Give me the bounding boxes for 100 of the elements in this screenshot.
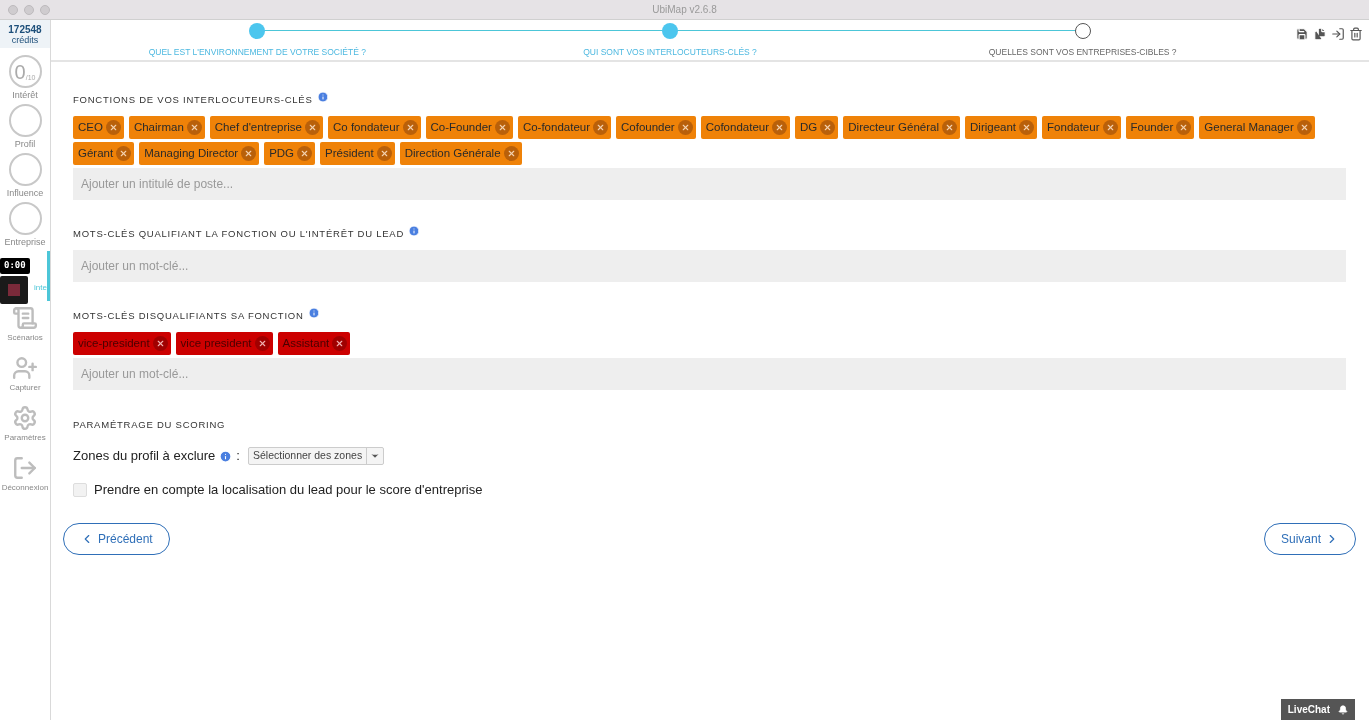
sidebar-item[interactable]: Entreprise: [0, 202, 50, 251]
keyword-input[interactable]: Ajouter un intitulé de poste...: [73, 168, 1346, 200]
info-icon[interactable]: [219, 449, 233, 463]
sidebar-item[interactable]: Profil: [0, 104, 50, 153]
close-icon: [108, 123, 118, 132]
sidebar-item[interactable]: Déconnexion: [0, 451, 50, 501]
section-title: PARAMÉTRAGE DU SCORING: [73, 418, 227, 432]
sidebar-label: Scénarios: [7, 332, 43, 344]
close-icon: [308, 123, 317, 132]
trash-icon[interactable]: [1349, 27, 1363, 41]
remove-tag-button[interactable]: [772, 120, 787, 135]
sidebar-label: Intérêt: [12, 89, 38, 102]
window-title: UbiMap v2.6.8: [652, 3, 717, 17]
import-icon[interactable]: [1331, 27, 1345, 41]
close-icon: [596, 123, 605, 132]
close-icon: [300, 149, 310, 158]
zones-select[interactable]: Sélectionner des zones: [248, 447, 385, 465]
sidebar-item[interactable]: Paramètres: [0, 401, 50, 451]
gear-icon: [12, 405, 38, 431]
remove-tag-button[interactable]: [241, 146, 257, 161]
info-icon[interactable]: [307, 307, 320, 319]
remove-tag-button[interactable]: [105, 120, 121, 135]
remove-tag-button[interactable]: [1019, 120, 1035, 135]
sidebar-label: Profil: [14, 138, 36, 151]
tag-label: Gérant: [78, 145, 114, 161]
close-icon: [335, 339, 345, 348]
close-icon: [379, 149, 389, 158]
step-marker[interactable]: [249, 23, 266, 39]
sidebar-item[interactable]: Scénarios: [0, 301, 50, 351]
credits-label: crédits: [11, 34, 39, 45]
step-label[interactable]: QUEL EST L'ENVIRONNEMENT DE VOTRE SOCIÉTÉ ?: [148, 46, 366, 59]
close-icon: [506, 149, 516, 158]
user-plus-icon: [12, 355, 38, 381]
tag-label: Co fondateur: [333, 119, 400, 135]
sidebar-label: Déconnexion: [1, 482, 49, 494]
close-icon: [1179, 123, 1189, 132]
save-icon[interactable]: [1295, 27, 1309, 41]
colon-text: :: [236, 447, 240, 466]
remove-tag-button[interactable]: [503, 146, 519, 161]
logout-icon: [12, 455, 38, 481]
remove-tag-button[interactable]: [1176, 120, 1192, 135]
remove-tag-button[interactable]: [942, 120, 958, 135]
remove-tag-button[interactable]: [820, 120, 836, 135]
step-label[interactable]: QUI SONT VOS INTERLOCUTEURS-CLÉS ?: [583, 46, 757, 59]
step-marker[interactable]: [1074, 23, 1091, 39]
info-icon[interactable]: [408, 225, 420, 237]
tag-label: Cofounder: [621, 119, 675, 135]
score-value: 0: [14, 62, 26, 82]
scroll-icon: [12, 305, 38, 331]
close-icon: [823, 123, 833, 132]
remove-tag-button[interactable]: [254, 336, 270, 351]
tag-label: Directeur Général: [848, 119, 940, 135]
tag-label: Co-fondateur: [522, 119, 590, 135]
remove-tag-button[interactable]: [376, 146, 392, 161]
tag-label: Fondateur: [1047, 119, 1100, 135]
remove-tag-button[interactable]: [1102, 120, 1118, 135]
tag-label: PDG: [269, 145, 295, 161]
tag-label: Assistant: [282, 335, 330, 351]
credits-value: 172548: [8, 23, 42, 35]
remove-tag-button[interactable]: [593, 120, 608, 135]
checkbox-label: Prendre en compte la localisation du lead pour le score d'entreprise: [94, 480, 483, 499]
section-title: MOTS-CLÉS QUALIFIANT LA FONCTION OU L'INTÉRÊT DU LEAD: [73, 226, 404, 241]
remove-tag-button[interactable]: [677, 120, 693, 135]
stop-recording-button[interactable]: [0, 276, 28, 304]
livechat-button[interactable]: LiveChat: [1280, 699, 1355, 720]
checkbox[interactable]: [73, 482, 87, 497]
sidebar-item[interactable]: Capturer: [0, 351, 50, 401]
sidebar-item[interactable]: Influence: [0, 153, 50, 202]
remove-tag-button[interactable]: [297, 146, 313, 161]
copy-icon[interactable]: [1313, 27, 1327, 41]
close-icon: [405, 123, 415, 132]
tag-label: Direction Générale: [404, 145, 501, 161]
remove-tag-button[interactable]: [116, 146, 132, 161]
close-icon: [775, 123, 784, 132]
keyword-input[interactable]: Ajouter un mot-clé...: [73, 250, 1346, 282]
remove-tag-button[interactable]: [1296, 120, 1312, 135]
tag-label: Co-Founder: [430, 119, 492, 135]
keyword-input[interactable]: Ajouter un mot-clé...: [73, 358, 1346, 390]
remove-tag-button[interactable]: [494, 120, 510, 135]
remove-tag-button[interactable]: [332, 336, 348, 351]
recording-timer: 0:00: [0, 258, 30, 274]
remove-tag-button[interactable]: [152, 336, 168, 351]
field-label: Zones du profil à exclure: [73, 447, 216, 466]
step-label[interactable]: QUELLES SONT VOS ENTREPRISES-CIBLES ?: [988, 46, 1177, 59]
tag-label: Président: [325, 145, 374, 161]
info-icon[interactable]: [316, 91, 329, 103]
close-icon: [945, 123, 955, 132]
tag-label: Cofondateur: [705, 119, 769, 135]
tag-label: General Manager: [1204, 119, 1294, 135]
close-icon: [1022, 123, 1032, 132]
tag-label: Dirigeant: [970, 119, 1017, 135]
tag-label: Chairman: [133, 119, 184, 135]
tag-label: DG: [800, 119, 818, 135]
sidebar-label: Capturer: [9, 382, 41, 394]
remove-tag-button[interactable]: [402, 120, 418, 135]
section-title: FONCTIONS DE VOS INTERLOCUTEURS-CLÉS: [73, 92, 313, 107]
step-marker[interactable]: [662, 23, 678, 39]
remove-tag-button[interactable]: [186, 120, 202, 135]
sidebar-label: Entreprise: [4, 236, 46, 249]
remove-tag-button[interactable]: [305, 120, 320, 135]
